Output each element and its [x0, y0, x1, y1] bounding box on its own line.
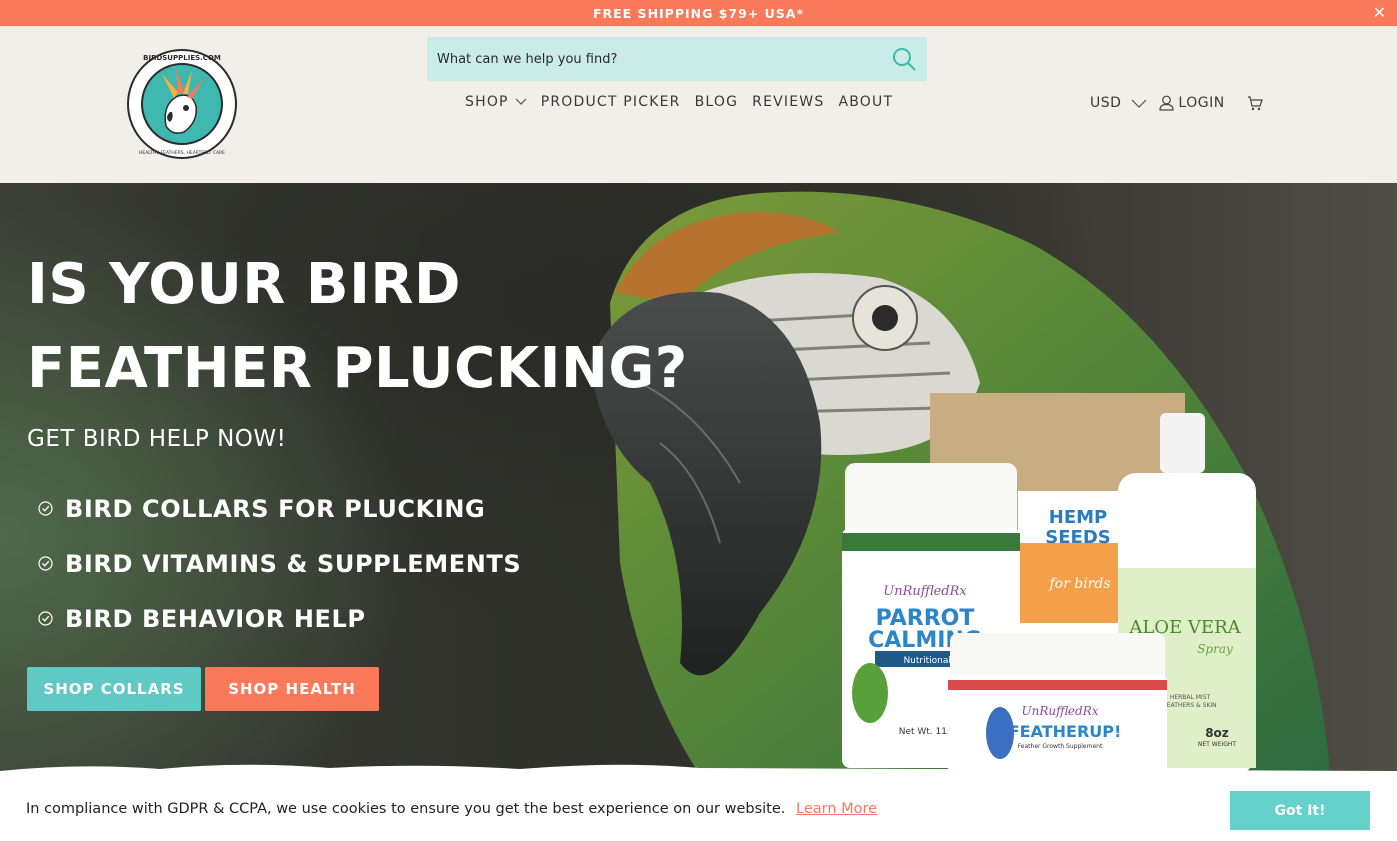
- nav-shop-label: SHOP: [465, 94, 509, 110]
- learn-more-link[interactable]: Learn More: [796, 801, 877, 817]
- cart-icon: [1247, 95, 1263, 110]
- cookie-message-row: In compliance with GDPR & CCPA, we use c…: [26, 801, 877, 817]
- search-bar: [427, 37, 927, 81]
- hemp-seeds-script: for birds: [1048, 576, 1110, 592]
- site-header: BIRDSUPPLIES.COM HEALTHY FEATHERS, HEART…: [0, 26, 1397, 183]
- hemp-seeds-line1: HEMP: [1049, 507, 1107, 528]
- aloe-vera-desc1: HERBAL MIST: [1170, 694, 1211, 701]
- nav-blog[interactable]: BLOG: [695, 94, 739, 110]
- aloe-vera-script: Spray: [1197, 642, 1233, 656]
- login-link[interactable]: LOGIN: [1159, 95, 1224, 111]
- hero-bullet-text: BIRD VITAMINS & SUPPLEMENTS: [65, 549, 522, 578]
- cookie-message: In compliance with GDPR & CCPA, we use c…: [26, 801, 786, 817]
- search-icon[interactable]: [891, 46, 917, 72]
- main-nav: SHOP PRODUCT PICKER BLOG REVIEWS ABOUT: [465, 94, 893, 110]
- nav-product-picker-label: PRODUCT PICKER: [540, 94, 681, 110]
- chevron-down-icon: [515, 98, 527, 105]
- hero-bullet-text: BIRD COLLARS FOR PLUCKING: [65, 494, 486, 523]
- announcement-bar: FREE SHIPPING $79+ USA* ✕: [0, 0, 1397, 26]
- nav-reviews-label: REVIEWS: [752, 94, 825, 110]
- aloe-vera-size: 8oz: [1205, 726, 1229, 740]
- logo-tagline: HEALTHY FEATHERS, HEARTFELT CARE: [139, 150, 225, 156]
- header-utilities: USD LOGIN: [1090, 95, 1263, 111]
- chevron-down-icon: [1131, 99, 1147, 108]
- check-circle-icon: [38, 501, 53, 516]
- logo[interactable]: BIRDSUPPLIES.COM HEALTHY FEATHERS, HEART…: [126, 48, 238, 160]
- hero-bullet: BIRD VITAMINS & SUPPLEMENTS: [38, 536, 521, 591]
- hero-subtitle: GET BIRD HELP NOW!: [27, 426, 287, 452]
- currency-selector[interactable]: USD: [1090, 95, 1147, 111]
- featherup-sub: Feather Growth Supplement: [1018, 743, 1103, 750]
- featherup-brand: UnRuffledRx: [1021, 704, 1098, 718]
- check-circle-icon: [38, 611, 53, 626]
- nav-about[interactable]: ABOUT: [838, 94, 893, 110]
- hero-bullet: BIRD BEHAVIOR HELP: [38, 591, 521, 646]
- featherup-name: FEATHERUP!: [1009, 722, 1122, 741]
- shop-collars-button[interactable]: SHOP COLLARS: [27, 667, 201, 711]
- nav-reviews[interactable]: REVIEWS: [752, 94, 824, 110]
- announcement-text: FREE SHIPPING $79+ USA*: [592, 5, 805, 21]
- hero-bullet: BIRD COLLARS FOR PLUCKING: [38, 481, 521, 536]
- aloe-vera-size-sub: NET WEIGHT: [1198, 741, 1237, 748]
- hero-banner: HEMP SEEDS for birds ALOE VERA Spray HER…: [0, 183, 1397, 775]
- shop-health-button[interactable]: SHOP HEALTH: [205, 667, 379, 711]
- hero-title: IS YOUR BIRD FEATHER PLUCKING?: [27, 243, 688, 411]
- cockatoo-logo-icon: BIRDSUPPLIES.COM HEALTHY FEATHERS, HEART…: [127, 49, 237, 159]
- nav-blog-label: BLOG: [694, 94, 739, 110]
- search-input[interactable]: [437, 37, 877, 81]
- currency-label: USD: [1090, 95, 1122, 111]
- hero-bullet-text: BIRD BEHAVIOR HELP: [65, 604, 366, 633]
- close-icon[interactable]: ✕: [1373, 3, 1387, 22]
- hero-title-line1: IS YOUR BIRD: [27, 252, 462, 317]
- check-circle-icon: [38, 556, 53, 571]
- nav-product-picker[interactable]: PRODUCT PICKER: [541, 94, 681, 110]
- hemp-seeds-line2: SEEDS: [1045, 527, 1110, 548]
- aloe-vera-desc2: FEATHERS & SKIN: [1163, 702, 1216, 709]
- hero-title-line2: FEATHER PLUCKING?: [27, 336, 688, 401]
- hero-bullet-list: BIRD COLLARS FOR PLUCKING BIRD VITAMINS …: [38, 481, 521, 646]
- user-icon: [1159, 95, 1175, 111]
- login-label: LOGIN: [1178, 95, 1225, 111]
- nav-about-label: ABOUT: [838, 94, 894, 110]
- parrot-calming-brand: UnRuffledRx: [883, 584, 967, 599]
- logo-ring-text: BIRDSUPPLIES.COM: [143, 54, 221, 62]
- nav-shop[interactable]: SHOP: [465, 94, 527, 110]
- cookie-banner: In compliance with GDPR & CCPA, we use c…: [0, 775, 1397, 841]
- cart-button[interactable]: [1247, 95, 1263, 111]
- cookie-accept-button[interactable]: Got It!: [1230, 791, 1370, 830]
